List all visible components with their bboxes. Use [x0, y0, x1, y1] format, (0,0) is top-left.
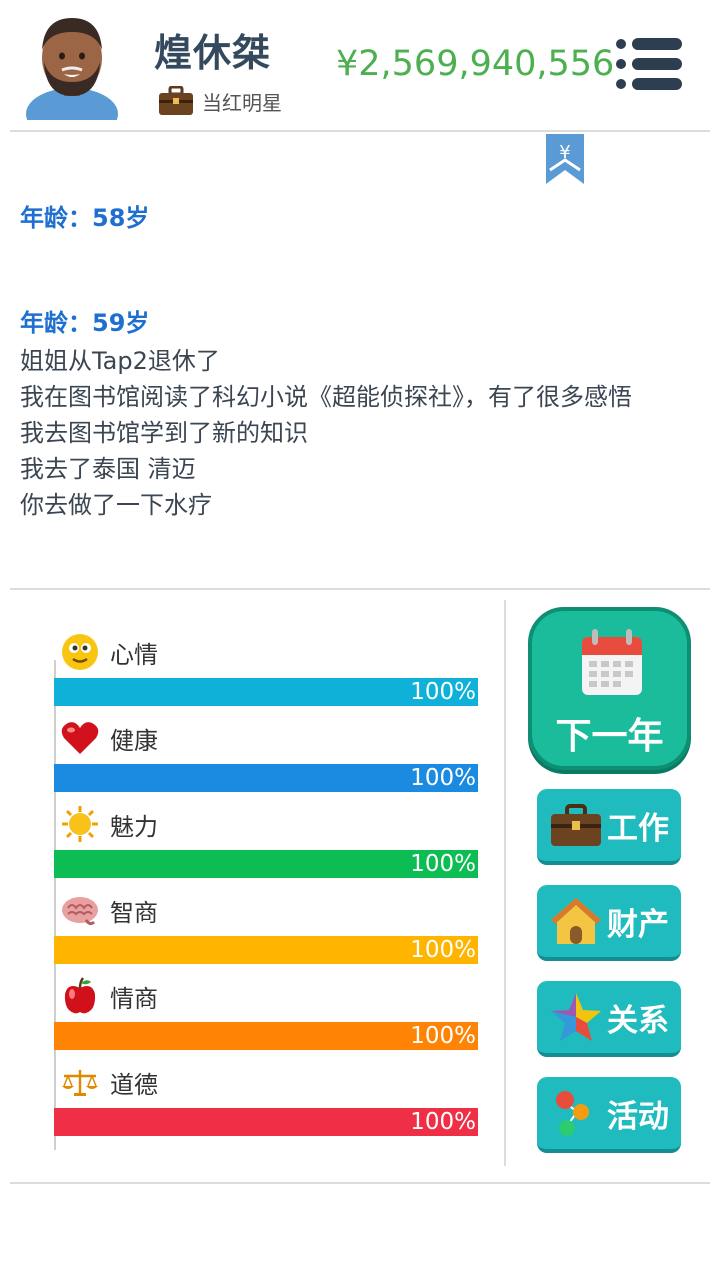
assets-label: 财产	[607, 906, 669, 943]
stat-mood: 心情 100%	[54, 632, 478, 718]
stat-value: 100%	[410, 1109, 476, 1135]
briefcase-icon	[551, 804, 601, 846]
stat-value: 100%	[410, 937, 476, 963]
star-icon	[551, 993, 601, 1041]
brain-icon	[62, 897, 98, 926]
log-entry: 我去图书馆学到了新的知识	[20, 419, 308, 447]
stat-label: 道德	[110, 1070, 158, 1099]
briefcase-icon	[159, 86, 193, 115]
relations-label: 关系	[607, 1002, 669, 1039]
menu-icon[interactable]	[614, 36, 684, 92]
calendar-icon	[582, 629, 642, 695]
stat-label: 健康	[110, 726, 158, 755]
apple-icon	[64, 977, 96, 1014]
job-row: 当红明星	[158, 86, 282, 116]
bookmark-symbol: ¥	[559, 142, 570, 163]
top-header: 煌休桀 当红明星 ¥2,569,940,556	[0, 0, 720, 132]
log-entry: 我在图书馆阅读了科幻小说《超能侦探社》，有了很多感悟	[20, 383, 632, 411]
stat-charm: 魅力 100%	[54, 804, 478, 890]
work-button[interactable]: 工作	[537, 789, 681, 865]
stat-eq: 情商 100%	[54, 976, 478, 1062]
bottom-divider	[10, 1182, 710, 1184]
log-divider	[10, 588, 710, 590]
activities-label: 活动	[607, 1098, 669, 1135]
stat-value: 100%	[410, 851, 476, 877]
scales-icon	[62, 1070, 98, 1096]
sun-icon	[62, 806, 98, 842]
stat-morality: 道德 100%	[54, 1062, 478, 1148]
smiley-icon	[62, 634, 98, 670]
log-age-block: 年龄：58岁	[20, 198, 149, 233]
activities-button[interactable]: 活动	[537, 1077, 681, 1153]
avatar[interactable]	[24, 10, 120, 120]
next-year-label: 下一年	[555, 716, 664, 757]
age-heading: 年龄：59岁	[20, 309, 150, 337]
next-year-button[interactable]: 下一年	[528, 607, 691, 770]
stat-iq: 智商 100%	[54, 890, 478, 976]
header-divider	[10, 130, 710, 132]
stat-label: 魅力	[110, 812, 158, 841]
assets-button[interactable]: 财产	[537, 885, 681, 961]
heart-icon	[61, 722, 99, 754]
activity-dots-icon	[556, 1091, 589, 1136]
log-entry: 我去了泰国 清迈	[20, 455, 196, 483]
work-label: 工作	[607, 810, 669, 847]
stat-health: 健康 100%	[54, 718, 478, 804]
stat-label: 情商	[110, 984, 158, 1013]
stat-label: 智商	[110, 898, 158, 927]
stat-value: 100%	[410, 1023, 476, 1049]
relations-button[interactable]: 关系	[537, 981, 681, 1057]
money-balance: ¥2,569,940,556	[336, 44, 615, 84]
age-heading: 年龄：58岁	[20, 204, 150, 232]
house-icon	[551, 898, 601, 944]
panel-divider	[504, 600, 506, 1166]
player-name: 煌休桀	[154, 31, 272, 75]
log-entry: 姐姐从Tap2退休了	[20, 347, 220, 375]
job-title: 当红明星	[202, 90, 282, 115]
stat-value: 100%	[410, 679, 476, 705]
log-entry: 你去做了一下水疗	[20, 491, 212, 519]
stat-label: 心情	[110, 640, 158, 669]
log-age-block: 年龄：59岁 姐姐从Tap2退休了 我在图书馆阅读了科幻小说《超能侦探社》，有了…	[20, 303, 700, 520]
bookmark-icon[interactable]: ¥	[546, 134, 584, 184]
stat-value: 100%	[410, 765, 476, 791]
